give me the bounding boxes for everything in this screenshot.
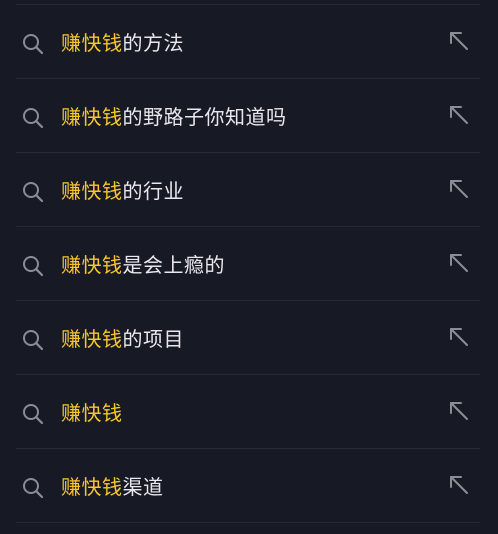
suggestion-label: 赚快钱的野路子你知道吗 (61, 102, 287, 132)
suggestion-rest: 的行业 (122, 179, 184, 203)
arrow-up-left-icon[interactable] (448, 252, 470, 274)
suggestion-item[interactable]: 赚快钱的野路子你知道吗 (0, 79, 498, 153)
arrow-up-left-icon[interactable] (448, 178, 470, 200)
arrow-up-left-icon[interactable] (448, 326, 470, 348)
arrow-up-left-icon[interactable] (448, 474, 470, 496)
suggestion-label: 赚快钱的方法 (61, 28, 184, 58)
suggestion-highlight: 赚快钱 (61, 31, 123, 55)
arrow-up-left-icon[interactable] (448, 400, 470, 422)
suggestion-highlight: 赚快钱 (61, 475, 123, 499)
suggestion-item[interactable]: 赚快钱是会上瘾的 (0, 227, 498, 301)
suggestion-highlight: 赚快钱 (61, 401, 123, 425)
arrow-up-left-icon[interactable] (448, 104, 470, 126)
suggestion-label: 赚快钱的行业 (61, 176, 184, 206)
suggestion-rest: 的项目 (122, 327, 184, 351)
search-icon (23, 182, 44, 203)
suggestion-item[interactable]: 赚快钱的行业 (0, 153, 498, 227)
suggestion-rest: 的方法 (122, 31, 184, 55)
suggestion-rest: 渠道 (122, 475, 164, 499)
suggestion-item[interactable]: 赚快钱渠道 (0, 449, 498, 523)
suggestion-highlight: 赚快钱 (61, 179, 123, 203)
suggestion-label: 赚快钱 (61, 398, 123, 428)
suggestion-label: 赚快钱是会上瘾的 (61, 250, 225, 280)
suggestion-label: 赚快钱渠道 (61, 472, 164, 502)
search-icon (23, 108, 44, 129)
suggestion-item[interactable]: 赚快钱的项目 (0, 301, 498, 375)
search-icon (23, 34, 44, 55)
suggestion-rest: 是会上瘾的 (122, 253, 225, 277)
search-icon (23, 478, 44, 499)
suggestion-highlight: 赚快钱 (61, 105, 123, 129)
suggestion-rest: 的野路子你知道吗 (122, 105, 287, 129)
search-icon (23, 256, 44, 277)
suggestion-item[interactable]: 赚快钱的方法 (0, 5, 498, 79)
search-icon (23, 404, 44, 425)
arrow-up-left-icon[interactable] (448, 30, 470, 52)
search-suggestion-list: 赚快钱的方法 赚快钱的野路子你知道吗 赚快钱的行业 赚快钱是会上瘾的 赚快钱的项… (0, 0, 498, 534)
suggestion-highlight: 赚快钱 (61, 327, 123, 351)
suggestion-item[interactable]: 赚快钱 (0, 375, 498, 449)
divider (16, 522, 480, 523)
suggestion-label: 赚快钱的项目 (61, 324, 184, 354)
search-icon (23, 330, 44, 351)
suggestion-highlight: 赚快钱 (61, 253, 123, 277)
